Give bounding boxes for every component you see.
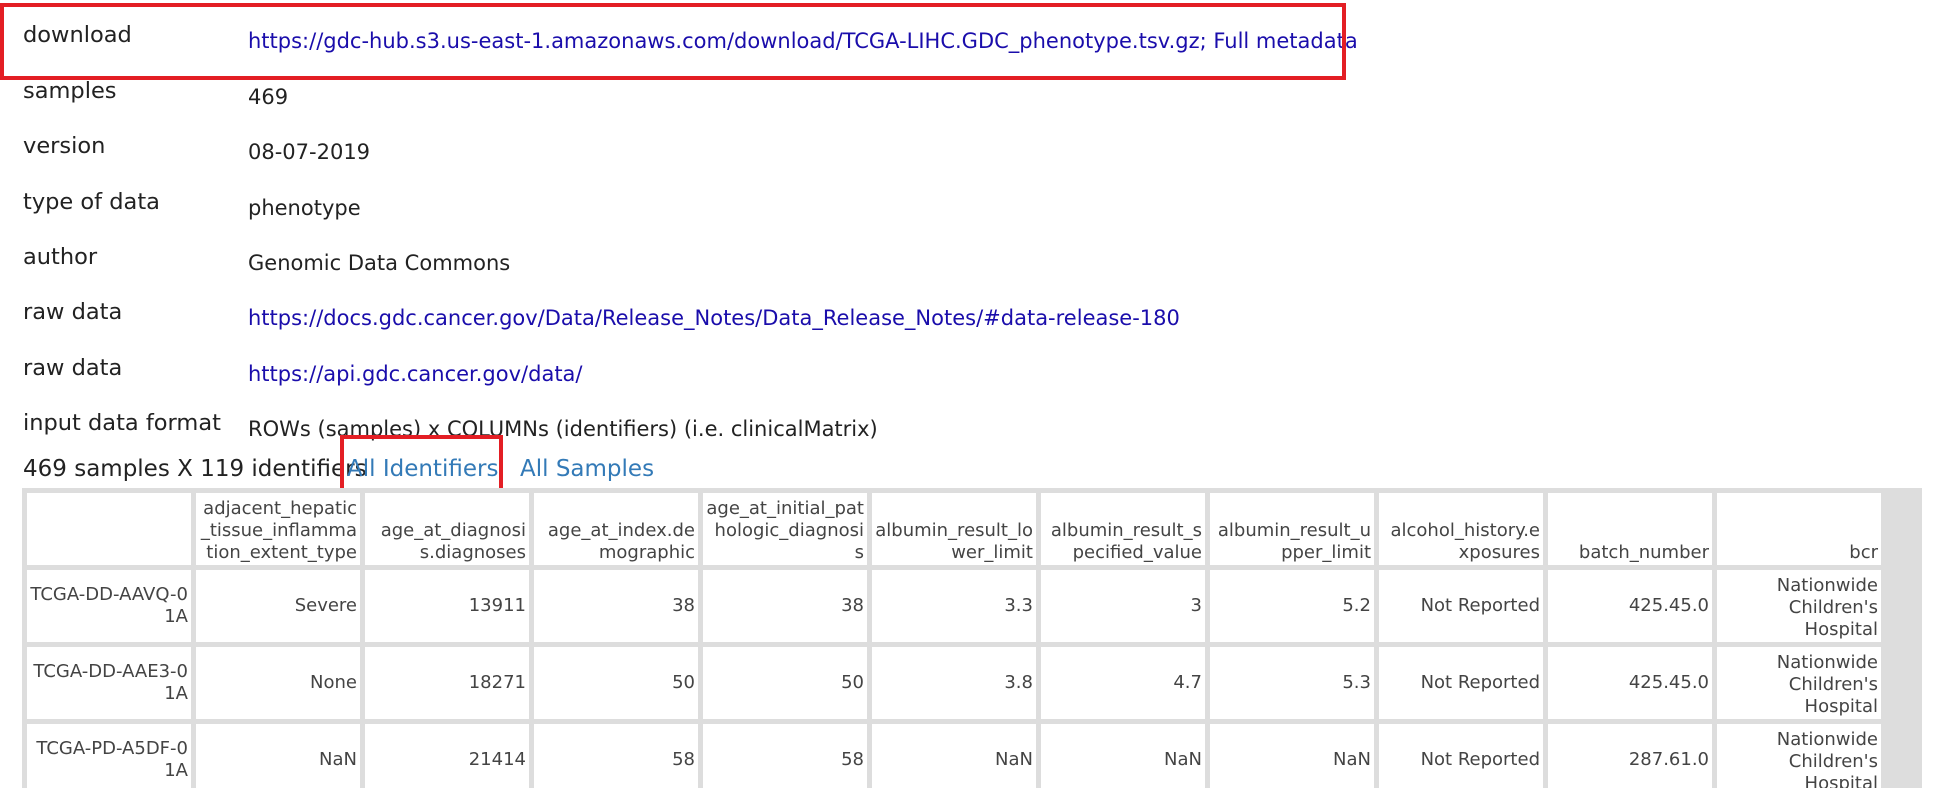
meta-key-download: download <box>23 22 132 48</box>
all-samples-link[interactable]: All Samples <box>520 456 654 482</box>
table-cell: Not Reported <box>1379 570 1543 642</box>
table-cell: 38 <box>703 570 867 642</box>
table-cell: 5.2 <box>1210 570 1374 642</box>
table-header-cell[interactable]: alcohol_history.exposures <box>1379 493 1543 565</box>
table-header-row: adjacent_hepatic_tissue_inflammation_ext… <box>27 493 1881 565</box>
table-cell: None <box>196 647 360 719</box>
samples-table-container[interactable]: adjacent_hepatic_tissue_inflammation_ext… <box>22 488 1922 788</box>
table-cell: 5.3 <box>1210 647 1374 719</box>
table-cell: Nationwide Children's Hospital <box>1717 570 1881 642</box>
meta-key-version: version <box>23 133 106 159</box>
samples-identifiers-summary: 469 samples X 119 identifiers <box>23 456 367 482</box>
table-row: TCGA-PD-A5DF-01A NaN 21414 58 58 NaN NaN… <box>27 724 1881 788</box>
table-cell: NaN <box>196 724 360 788</box>
meta-key-samples: samples <box>23 78 117 104</box>
table-cell: Nationwide Children's Hospital <box>1717 647 1881 719</box>
meta-val-author: Genomic Data Commons <box>248 251 511 275</box>
table-cell: 425.45.0 <box>1548 647 1712 719</box>
meta-val-type: phenotype <box>248 196 361 220</box>
sample-id-cell[interactable]: TCGA-DD-AAE3-01A <box>27 647 191 719</box>
table-cell: 3 <box>1041 570 1205 642</box>
table-header-cell[interactable]: batch_number <box>1548 493 1712 565</box>
table-cell: 13911 <box>365 570 529 642</box>
table-cell: 58 <box>534 724 698 788</box>
table-cell: Not Reported <box>1379 647 1543 719</box>
table-cell: Severe <box>196 570 360 642</box>
table-header-cell[interactable]: albumin_result_upper_limit <box>1210 493 1374 565</box>
table-cell: Nationwide Children's Hospital <box>1717 724 1881 788</box>
table-header-cell[interactable]: adjacent_hepatic_tissue_inflammation_ext… <box>196 493 360 565</box>
table-header-cell[interactable]: albumin_result_lower_limit <box>872 493 1036 565</box>
sample-id-cell[interactable]: TCGA-PD-A5DF-01A <box>27 724 191 788</box>
table-header-cell[interactable]: bcr <box>1717 493 1881 565</box>
table-cell: 38 <box>534 570 698 642</box>
meta-val-version: 08-07-2019 <box>248 140 371 164</box>
table-cell: 50 <box>534 647 698 719</box>
meta-key-raw-data-2: raw data <box>23 355 123 381</box>
all-identifiers-link[interactable]: All Identifiers <box>347 456 498 482</box>
table-cell: 3.8 <box>872 647 1036 719</box>
meta-key-author: author <box>23 244 98 270</box>
raw-data-link-2[interactable]: https://api.gdc.cancer.gov/data/ <box>248 362 583 386</box>
download-link[interactable]: https://gdc-hub.s3.us-east-1.amazonaws.c… <box>248 29 1358 53</box>
table-cell: NaN <box>1210 724 1374 788</box>
table-row: TCGA-DD-AAVQ-01A Severe 13911 38 38 3.3 … <box>27 570 1881 642</box>
table-cell: 4.7 <box>1041 647 1205 719</box>
meta-val-samples: 469 <box>248 85 289 109</box>
table-header-cell[interactable]: age_at_initial_pathologic_diagnosis <box>703 493 867 565</box>
table-header-cell <box>27 493 191 565</box>
table-cell: 3.3 <box>872 570 1036 642</box>
table-row: TCGA-DD-AAE3-01A None 18271 50 50 3.8 4.… <box>27 647 1881 719</box>
table-cell: 58 <box>703 724 867 788</box>
table-cell: NaN <box>872 724 1036 788</box>
meta-key-type: type of data <box>23 189 160 215</box>
table-cell: NaN <box>1041 724 1205 788</box>
meta-key-raw-data-1: raw data <box>23 299 123 325</box>
raw-data-link-1[interactable]: https://docs.gdc.cancer.gov/Data/Release… <box>248 306 1180 330</box>
table-cell: Not Reported <box>1379 724 1543 788</box>
table-cell: 21414 <box>365 724 529 788</box>
table-header-cell[interactable]: age_at_diagnosis.diagnoses <box>365 493 529 565</box>
table-cell: 18271 <box>365 647 529 719</box>
meta-key-input-format: input data format <box>23 410 221 436</box>
table-cell: 425.45.0 <box>1548 570 1712 642</box>
sample-id-cell[interactable]: TCGA-DD-AAVQ-01A <box>27 570 191 642</box>
meta-val-input-format: ROWs (samples) x COLUMNs (identifiers) (… <box>248 417 878 441</box>
samples-table: adjacent_hepatic_tissue_inflammation_ext… <box>22 488 1886 788</box>
table-header-cell[interactable]: albumin_result_specified_value <box>1041 493 1205 565</box>
table-header-cell[interactable]: age_at_index.demographic <box>534 493 698 565</box>
table-cell: 287.61.0 <box>1548 724 1712 788</box>
table-cell: 50 <box>703 647 867 719</box>
